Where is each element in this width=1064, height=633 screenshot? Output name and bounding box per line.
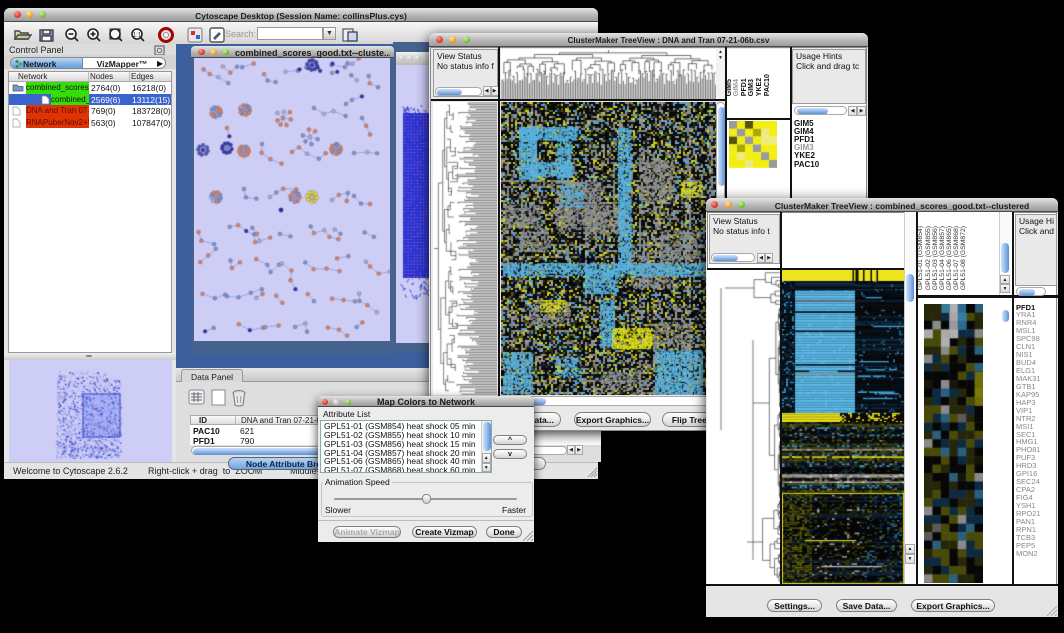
svg-text:1:1: 1:1 [133,33,142,39]
